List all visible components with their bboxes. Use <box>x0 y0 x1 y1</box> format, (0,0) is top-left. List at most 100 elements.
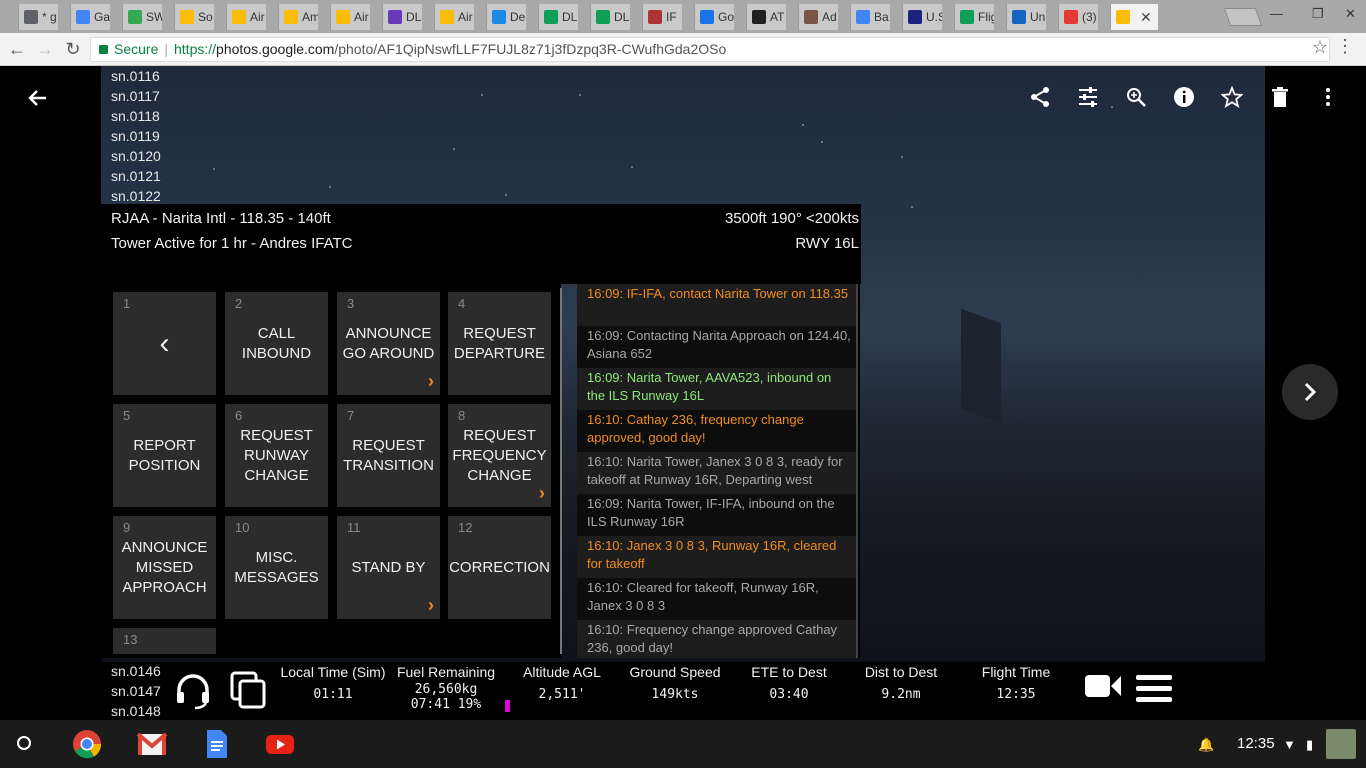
maximize-icon[interactable]: ❐ <box>1312 6 1324 22</box>
option-label: REQUEST FREQUENCY CHANGE <box>452 426 547 484</box>
browser-tab[interactable]: AT <box>746 4 786 30</box>
browser-tab[interactable]: U.S <box>902 4 942 30</box>
sn-list-item: sn.0118 <box>111 108 160 124</box>
avatar[interactable] <box>1326 729 1356 759</box>
browser-tab[interactable]: DL <box>538 4 578 30</box>
atc-option-button[interactable]: 6 REQUEST RUNWAY CHANGE <box>225 404 328 507</box>
atc-option-button[interactable]: 3 ANNOUNCE GO AROUND › <box>337 292 440 395</box>
atc-option-button[interactable]: 13 <box>113 628 216 654</box>
reload-icon[interactable]: ↻ <box>62 38 84 60</box>
atc-option-button[interactable]: 5 REPORT POSITION <box>113 404 216 507</box>
atc-option-button[interactable]: 7 REQUEST TRANSITION <box>337 404 440 507</box>
browser-tab[interactable]: Del <box>486 4 526 30</box>
viewer-back-icon[interactable] <box>26 86 50 110</box>
minimize-icon[interactable]: — <box>1270 6 1283 21</box>
browser-tab[interactable]: Air <box>226 4 266 30</box>
option-number: 8 <box>458 408 466 423</box>
browser-tab[interactable]: Ad <box>798 4 838 30</box>
back-icon[interactable]: ← <box>6 38 28 60</box>
browser-tab[interactable]: Air <box>330 4 370 30</box>
atc-option-button[interactable]: 11 STAND BY › <box>337 516 440 619</box>
zoom-icon[interactable] <box>1124 86 1148 110</box>
browser-tab[interactable]: Air <box>434 4 474 30</box>
menu-back-button[interactable]: 1 ‹ <box>113 292 216 395</box>
browser-tab[interactable]: DL <box>590 4 630 30</box>
next-photo-button[interactable] <box>1282 364 1338 420</box>
atc-menu: 1 ‹ 2 CALL INBOUND 3 ANNOUNCE GO AROUND › 4 REQU… <box>101 284 561 658</box>
atc-option-button[interactable]: 8 REQUEST FREQUENCY CHANGE › <box>448 404 551 507</box>
gmail-icon[interactable] <box>137 729 167 759</box>
browser-tab[interactable]: Un <box>1006 4 1046 30</box>
copy-icon[interactable] <box>229 670 269 710</box>
chrome-menu-icon[interactable]: ⋮ <box>1336 36 1354 57</box>
option-label: MISC. MESSAGES <box>234 548 319 586</box>
wifi-icon[interactable]: ▼ <box>1283 737 1296 752</box>
bookmark-star-icon[interactable]: ☆ <box>1312 37 1328 58</box>
browser-tab[interactable]: Go <box>694 4 734 30</box>
browser-tab[interactable]: * g <box>18 4 58 30</box>
docs-icon[interactable] <box>202 729 232 759</box>
new-tab-button[interactable] <box>1223 8 1263 26</box>
chrome-icon[interactable] <box>72 729 102 759</box>
submenu-chevron-icon: › <box>428 595 434 615</box>
option-label: CALL INBOUND <box>241 324 312 362</box>
tab-close-icon[interactable]: ✕ <box>1140 9 1152 26</box>
tab-favicon-icon <box>1116 10 1130 24</box>
atc-option-button[interactable]: 10 MISC. MESSAGES <box>225 516 328 619</box>
delete-icon[interactable] <box>1268 86 1292 110</box>
forward-icon[interactable]: → <box>34 38 56 60</box>
camera-icon[interactable] <box>1084 672 1122 700</box>
browser-tab[interactable]: So <box>174 4 214 30</box>
launcher-icon[interactable] <box>17 736 31 750</box>
browser-tab[interactable]: Flig <box>954 4 994 30</box>
log-message: 16:09: Narita Tower, AAVA523, inbound on… <box>577 368 857 410</box>
browser-tab[interactable]: IF <box>642 4 682 30</box>
stat-label: Fuel Remaining <box>396 664 496 680</box>
option-number: 11 <box>347 520 361 535</box>
active-runway: RWY 16L <box>795 235 859 252</box>
notification-icon[interactable]: 🔔 <box>1198 737 1214 753</box>
tab-label: Air <box>354 10 369 24</box>
browser-tab[interactable]: Am <box>278 4 318 30</box>
sn-list-item: sn.0121 <box>111 168 161 184</box>
atc-option-button[interactable]: 12 CORRECTION <box>448 516 551 619</box>
system-clock[interactable]: 12:35 <box>1237 735 1275 752</box>
atc-option-button[interactable]: 9 ANNOUNCE MISSED APPROACH <box>113 516 216 619</box>
atc-header: RJAA - Narita Intl - 118.35 - 140ft Towe… <box>101 204 861 284</box>
star-icon[interactable] <box>1220 85 1244 110</box>
browser-tab[interactable]: ✕ <box>1110 4 1158 30</box>
atc-option-button[interactable]: 2 CALL INBOUND <box>225 292 328 395</box>
close-window-icon[interactable]: ✕ <box>1345 6 1356 22</box>
tune-icon[interactable] <box>1076 86 1100 110</box>
sn-list-item: sn.0119 <box>111 128 160 144</box>
info-icon[interactable] <box>1172 86 1196 110</box>
sn-list-item: sn.0122 <box>111 188 161 204</box>
browser-tab[interactable]: Ga <box>70 4 110 30</box>
browser-tab[interactable]: (3) <box>1058 4 1098 30</box>
tab-label: * g <box>42 10 57 24</box>
tab-label: So <box>198 10 213 24</box>
youtube-icon[interactable] <box>265 729 295 759</box>
log-message: 16:10: Janex 3 0 8 3, Runway 16R, cleare… <box>577 536 857 578</box>
tab-label: Ba <box>874 10 889 24</box>
hamburger-menu-icon[interactable] <box>1136 674 1172 704</box>
option-label: ANNOUNCE MISSED APPROACH <box>121 538 208 596</box>
tab-label: AT <box>770 10 785 24</box>
log-message: 16:09: Contacting Narita Approach on 124… <box>577 326 857 368</box>
browser-tab[interactable]: SW <box>122 4 162 30</box>
atc-message-log[interactable]: 16:09: IF-IFA, contact Narita Tower on 1… <box>577 284 860 658</box>
share-icon[interactable] <box>1028 86 1052 110</box>
tab-favicon-icon <box>804 10 818 24</box>
atc-option-button[interactable]: 4 REQUEST DEPARTURE <box>448 292 551 395</box>
more-icon[interactable] <box>1316 86 1340 110</box>
browser-tab[interactable]: DL <box>382 4 422 30</box>
option-number: 12 <box>458 520 473 535</box>
airport-info: RJAA - Narita Intl - 118.35 - 140ft <box>111 210 331 227</box>
log-scrollbar[interactable] <box>856 284 858 658</box>
sn-list-item: sn.0120 <box>111 148 161 164</box>
battery-icon[interactable]: ▮ <box>1306 737 1313 753</box>
address-bar[interactable]: Secure | https://photos.google.com/photo/A… <box>90 37 1330 62</box>
browser-tab[interactable]: Ba <box>850 4 890 30</box>
tab-label: Ga <box>94 10 110 24</box>
headset-icon[interactable] <box>173 670 213 710</box>
